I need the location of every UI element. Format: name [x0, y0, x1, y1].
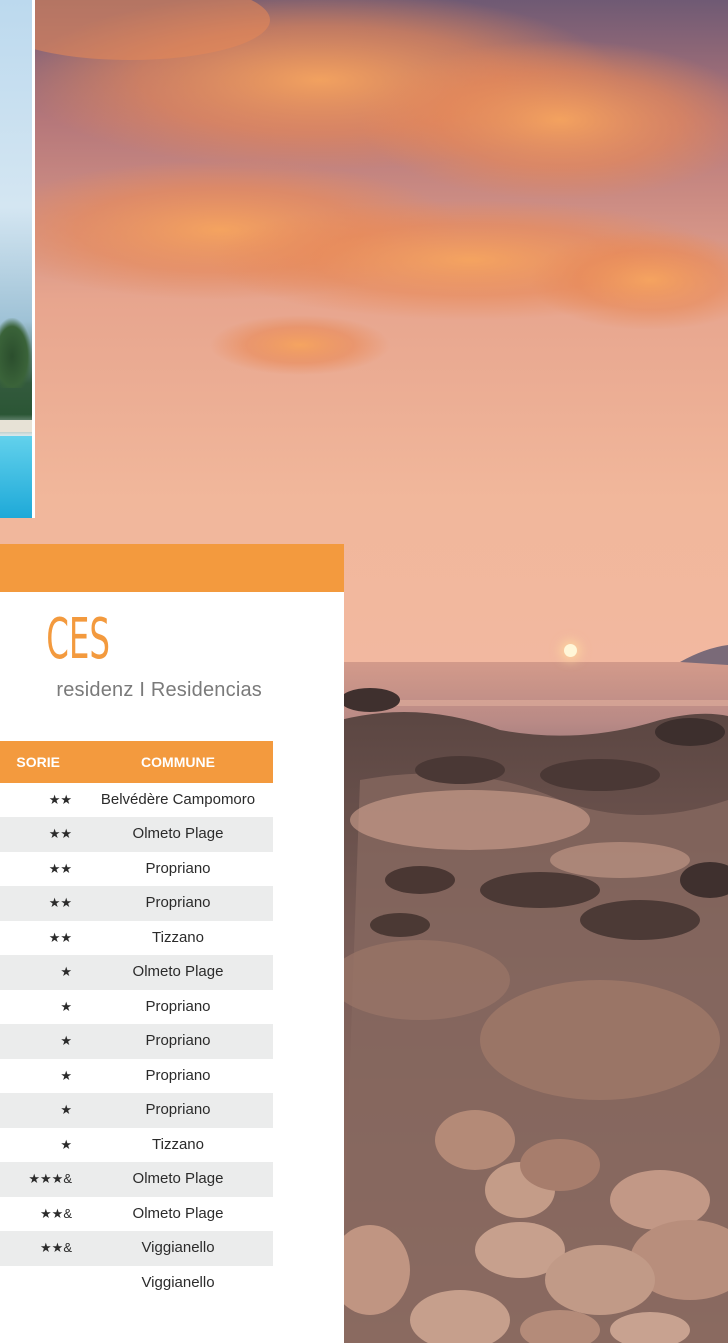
- commune-cell: Olmeto Plage: [132, 1204, 224, 1222]
- commune-cell: Olmeto Plage: [132, 825, 224, 843]
- category-cell: ★: [60, 1033, 72, 1049]
- category-cell: ★★: [48, 860, 72, 876]
- header-category: SORIE: [16, 754, 60, 770]
- sun: [564, 644, 577, 657]
- table-header: SORIE COMMUNE: [0, 741, 273, 783]
- table-row: ★ Propriano: [0, 1059, 273, 1093]
- commune-cell: Olmeto Plage: [132, 1170, 224, 1188]
- section-title: CES: [46, 607, 111, 672]
- category-cell: ★: [60, 1136, 72, 1152]
- commune-cell: Propriano: [145, 894, 211, 912]
- table-row: &★★ Viggianello: [0, 1231, 273, 1266]
- pool-photo: [0, 0, 35, 518]
- category-cell: ★: [60, 1102, 72, 1118]
- table-row: &★★★ Olmeto Plage: [0, 1162, 273, 1197]
- header-commune: COMMUNE: [141, 754, 215, 770]
- table-row: ★★ Tizzano: [0, 921, 273, 955]
- commune-cell: Viggianello: [141, 1239, 215, 1257]
- commune-cell: Tizzano: [152, 1135, 204, 1153]
- category-cell: &★★★: [28, 1171, 72, 1187]
- category-cell: ★: [60, 964, 72, 980]
- commune-cell: Propriano: [145, 859, 211, 877]
- table-row: ★ Tizzano: [0, 1128, 273, 1162]
- pool-water: [0, 436, 32, 518]
- commune-cell: Propriano: [145, 1066, 211, 1084]
- table-row: ★★ Propriano: [0, 852, 273, 886]
- table-body: ★★ Belvédère Campomoro ★★ Olmeto Plage ★★ Pro…: [0, 783, 273, 1300]
- category-cell: ★★: [48, 826, 72, 842]
- commune-cell: Propriano: [145, 1101, 211, 1119]
- table-row: ★ Olmeto Plage: [0, 955, 273, 990]
- table-row: ★★ Olmeto Plage: [0, 817, 273, 852]
- commune-cell: Viggianello: [141, 1273, 215, 1291]
- table-row: ★ Propriano: [0, 990, 273, 1024]
- tree: [0, 318, 32, 388]
- residences-table: SORIE COMMUNE ★★ Belvédère Campomoro ★★ Olm…: [0, 741, 273, 1300]
- table-row: Viggianello: [0, 1266, 273, 1300]
- table-row: ★★ Propriano: [0, 886, 273, 921]
- category-cell: &★★: [40, 1205, 72, 1221]
- category-cell: ★: [60, 998, 72, 1014]
- category-cell: ★: [60, 1067, 72, 1083]
- section-subtitle: residenz I Residencias: [56, 679, 262, 701]
- commune-cell: Propriano: [145, 1032, 211, 1050]
- table-row: ★★ Belvédère Campomoro: [0, 783, 273, 817]
- table-row: ★ Propriano: [0, 1024, 273, 1059]
- accent-band: [0, 544, 344, 592]
- category-cell: &★★: [40, 1240, 72, 1256]
- category-cell: ★★: [48, 792, 72, 807]
- commune-cell: Olmeto Plage: [132, 963, 224, 981]
- pool-wall: [0, 420, 32, 432]
- table-row: ★ Propriano: [0, 1093, 273, 1128]
- commune-cell: Tizzano: [152, 928, 204, 946]
- commune-cell: Propriano: [145, 997, 211, 1015]
- commune-cell: Belvédère Campomoro: [100, 791, 256, 808]
- table-row: &★★ Olmeto Plage: [0, 1197, 273, 1231]
- category-cell: ★★: [48, 929, 72, 945]
- category-cell: ★★: [48, 895, 72, 911]
